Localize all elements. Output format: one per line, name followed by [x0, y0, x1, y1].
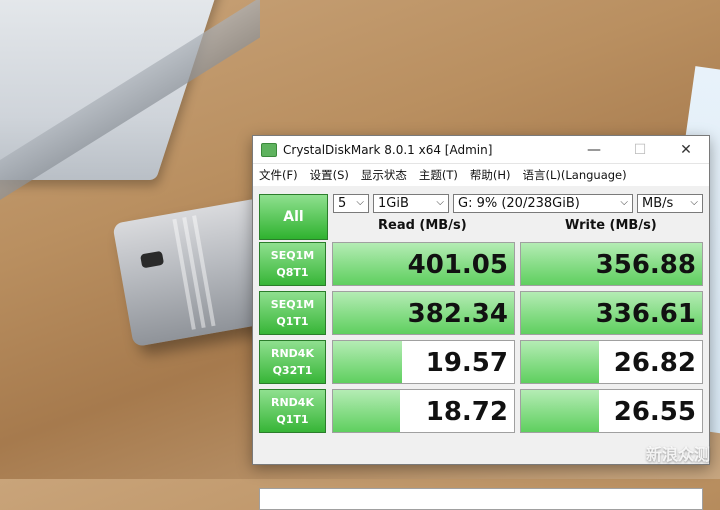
write-value: 356.88: [595, 250, 696, 280]
window-title: CrystalDiskMark 8.0.1 x64 [Admin]: [283, 142, 493, 157]
test-count-select[interactable]: 5 ⌵: [333, 194, 369, 213]
chevron-down-icon: ⌵: [436, 197, 444, 208]
read-header: Read (MB/s): [378, 218, 467, 233]
menu-language[interactable]: 语言(L)(Language): [523, 167, 627, 183]
close-button[interactable]: ✕: [663, 136, 709, 163]
write-result-cell: 26.82: [520, 340, 703, 384]
chevron-down-icon: ⌵: [620, 197, 628, 208]
write-bar: [521, 341, 599, 383]
test-params: Q8T1: [276, 266, 309, 279]
write-value: 26.82: [613, 348, 696, 378]
write-result-cell: 26.55: [520, 389, 703, 433]
test-button[interactable]: RND4K Q1T1: [259, 389, 326, 433]
test-name: RND4K: [271, 396, 314, 409]
read-value: 401.05: [407, 250, 508, 280]
menu-display[interactable]: 显示状态: [361, 167, 407, 183]
usb-lanyard-hole: [140, 250, 165, 269]
test-name: SEQ1M: [270, 249, 315, 262]
title-bar[interactable]: CrystalDiskMark 8.0.1 x64 [Admin] — ☐ ✕: [253, 136, 709, 164]
chevron-down-icon: ⌵: [690, 197, 698, 208]
write-result-cell: 336.61: [520, 291, 703, 335]
test-size-select[interactable]: 1GiB ⌵: [373, 194, 449, 213]
write-result-cell: 356.88: [520, 242, 703, 286]
read-bar: [333, 390, 400, 432]
read-bar: [333, 341, 402, 383]
all-button[interactable]: All: [259, 194, 328, 240]
test-button[interactable]: SEQ1M Q1T1: [259, 291, 326, 335]
menu-bar: 文件(F) 设置(S) 显示状态 主题(T) 帮助(H) 语言(L)(Langu…: [253, 164, 709, 186]
read-value: 18.72: [425, 397, 508, 427]
drive-value: G: 9% (20/238GiB): [458, 196, 580, 211]
read-result-cell: 18.72: [332, 389, 515, 433]
test-params: Q1T1: [276, 315, 309, 328]
crystaldiskmark-window: CrystalDiskMark 8.0.1 x64 [Admin] — ☐ ✕ …: [252, 135, 710, 510]
write-value: 26.55: [613, 397, 696, 427]
test-button[interactable]: RND4K Q32T1: [259, 340, 326, 384]
maximize-button[interactable]: ☐: [617, 136, 663, 163]
read-result-cell: 19.57: [332, 340, 515, 384]
test-size-value: 1GiB: [378, 196, 409, 211]
result-row-rnd4k-q32t1: RND4K Q32T1 19.57 26.82: [259, 340, 703, 384]
read-value: 382.34: [407, 299, 508, 329]
read-value: 19.57: [425, 348, 508, 378]
drive-select[interactable]: G: 9% (20/238GiB) ⌵: [453, 194, 633, 213]
menu-file[interactable]: 文件(F): [259, 167, 298, 183]
test-params: Q32T1: [272, 364, 313, 377]
test-params: Q1T1: [276, 413, 309, 426]
write-bar: [521, 390, 599, 432]
comment-field[interactable]: [259, 488, 703, 510]
write-value: 336.61: [595, 299, 696, 329]
test-name: SEQ1M: [270, 298, 315, 311]
menu-help[interactable]: 帮助(H): [470, 167, 511, 183]
result-row-rnd4k-q1t1: RND4K Q1T1 18.72 26.55: [259, 389, 703, 433]
write-header: Write (MB/s): [565, 218, 657, 233]
unit-value: MB/s: [642, 196, 674, 211]
test-name: RND4K: [271, 347, 314, 360]
result-row-seq1m-q1t1: SEQ1M Q1T1 382.34 336.61: [259, 291, 703, 335]
test-button[interactable]: SEQ1M Q8T1: [259, 242, 326, 286]
test-count-value: 5: [338, 196, 347, 211]
read-result-cell: 382.34: [332, 291, 515, 335]
app-icon: [261, 142, 277, 157]
menu-settings[interactable]: 设置(S): [310, 167, 349, 183]
result-row-seq1m-q8t1: SEQ1M Q8T1 401.05 356.88: [259, 242, 703, 286]
watermark: 新浪众测: [645, 445, 710, 464]
unit-select[interactable]: MB/s ⌵: [637, 194, 703, 213]
chevron-down-icon: ⌵: [356, 197, 364, 208]
read-result-cell: 401.05: [332, 242, 515, 286]
menu-theme[interactable]: 主题(T): [419, 167, 458, 183]
minimize-button[interactable]: —: [571, 136, 617, 163]
